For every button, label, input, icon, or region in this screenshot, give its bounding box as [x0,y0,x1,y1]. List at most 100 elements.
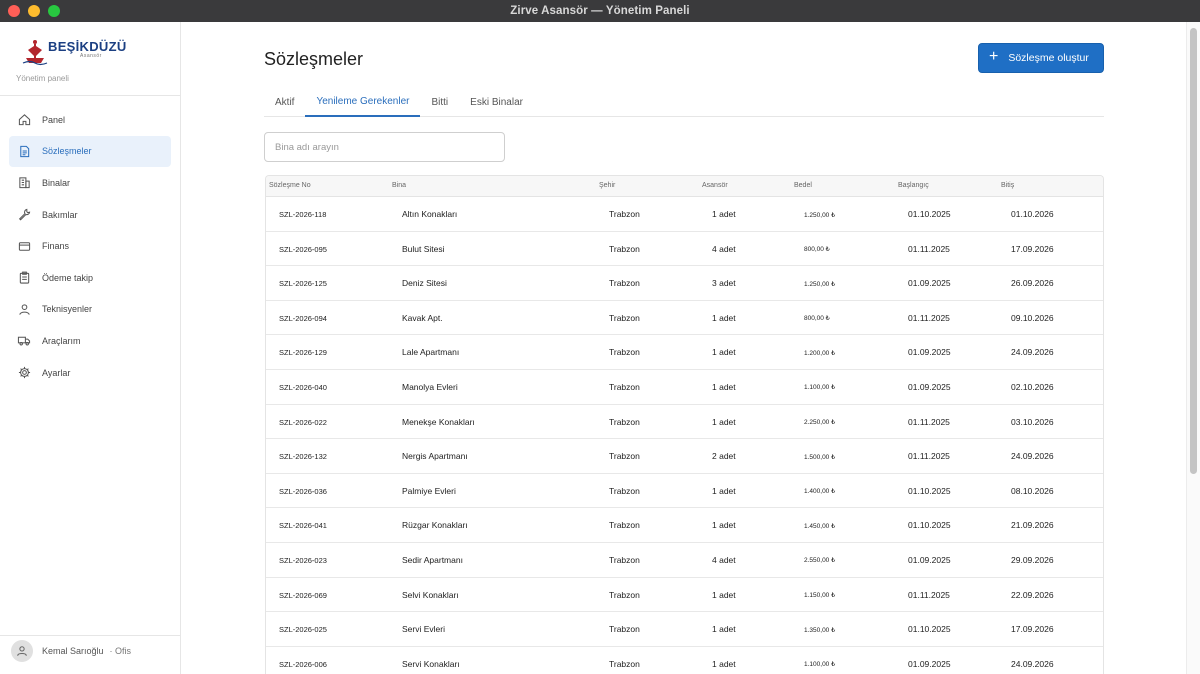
cell-contract-no: SZL-2026-022 [279,417,327,427]
table-row[interactable]: SZL-2026-118 Altın Konakları Trabzon 1 adet… [266,197,1103,232]
tab-eski-binalar[interactable]: Eski Binalar [459,88,534,117]
table-row[interactable]: SZL-2026-094 Kavak Apt. Trabzon 1 adet 800,0… [266,301,1103,336]
column-header-contract-no[interactable]: Sözleşme No [269,182,311,189]
column-header-start[interactable]: Başlangıç [898,182,929,189]
scrollbar-thumb[interactable] [1190,28,1197,474]
gear-icon [17,366,31,380]
sidebar-nav: Panel Sözleşmeler Binalar Bakımlar Finan… [9,104,171,388]
cell-city: Trabzon [609,416,640,427]
user-profile[interactable]: Kemal Sarıoğlu · Ofis [11,640,131,662]
column-header-fee[interactable]: Bedel [794,182,812,189]
sidebar-item-label: Araçlarım [42,335,81,346]
create-contract-button[interactable]: + Sözleşme oluştur [978,43,1104,73]
sidebar-item-finans[interactable]: Finans [9,230,171,262]
sidebar-item-odeme-takip[interactable]: Ödeme takip [9,262,171,294]
cell-start-date: 01.11.2025 [908,312,950,323]
cell-fee: 2.250,00 ₺ [804,419,836,427]
sidebar-item-teknisyenler[interactable]: Teknisyenler [9,294,171,326]
cell-elevator: 1 adet [712,658,736,669]
column-header-city[interactable]: Şehir [599,182,615,189]
cell-start-date: 01.10.2025 [908,624,951,635]
cell-elevator: 4 adet [712,243,736,254]
user-role: · Ofis [109,646,132,656]
column-header-elevator[interactable]: Asansör [702,182,728,189]
cell-end-date: 22.09.2026 [1011,589,1054,600]
table-row[interactable]: SZL-2026-023 Sedir Apartmanı Trabzon 4 adet… [266,543,1103,578]
close-window-button[interactable] [8,5,20,17]
cell-building: Palmiye Evleri [402,485,456,496]
cell-building: Servi Konakları [402,658,460,669]
main-content: Sözleşmeler + Sözleşme oluştur Aktif Yen… [181,22,1186,674]
cell-end-date: 24.09.2026 [1011,451,1054,462]
cell-building: Sedir Apartmanı [402,554,463,565]
cell-start-date: 01.11.2025 [908,243,950,254]
cell-elevator: 1 adet [712,416,736,427]
cell-fee: 1.100,00 ₺ [804,661,836,669]
cell-start-date: 01.09.2025 [908,347,951,358]
cell-contract-no: SZL-2026-006 [279,659,327,669]
table-row[interactable]: SZL-2026-069 Selvi Konakları Trabzon 1 adet… [266,578,1103,613]
cell-start-date: 01.11.2025 [908,416,950,427]
cell-city: Trabzon [609,451,640,462]
sidebar-item-araclarim[interactable]: Araçlarım [9,325,171,357]
tab-aktif[interactable]: Aktif [264,88,305,117]
table-row[interactable]: SZL-2026-125 Deniz Sitesi Trabzon 3 adet 1.2… [266,266,1103,301]
sidebar-item-bakimlar[interactable]: Bakımlar [9,199,171,231]
cell-contract-no: SZL-2026-118 [279,210,327,219]
cell-start-date: 01.09.2025 [908,278,951,289]
person-icon [17,302,31,316]
tab-yenileme-gerekenler[interactable]: Yenileme Gerekenler [305,88,421,117]
maximize-window-button[interactable] [48,5,60,17]
column-header-building[interactable]: Bina [392,182,406,189]
scrollbar[interactable] [1186,22,1200,674]
avatar [11,640,33,662]
table-row[interactable]: SZL-2026-095 Bulut Sitesi Trabzon 4 adet 800… [266,232,1103,267]
sidebar-item-label: Sözleşmeler [42,146,92,157]
plus-icon: + [989,47,999,65]
sidebar-item-label: Teknisyenler [42,304,93,315]
minimize-window-button[interactable] [28,5,40,17]
cell-start-date: 01.09.2025 [908,554,951,565]
cell-fee: 1.500,00 ₺ [804,453,836,461]
table-row[interactable]: SZL-2026-022 Menekşe Konakları Trabzon 1 ad… [266,405,1103,440]
sidebar-item-ayarlar[interactable]: Ayarlar [9,357,171,389]
cell-end-date: 09.10.2026 [1011,312,1054,323]
card-icon [17,239,31,253]
table-row[interactable]: SZL-2026-006 Servi Konakları Trabzon 1 adet… [266,647,1103,674]
window-controls [8,5,60,17]
cell-elevator: 1 adet [712,485,736,496]
column-header-end[interactable]: Bitiş [1001,182,1014,189]
cell-fee: 1.250,00 ₺ [804,280,836,288]
cell-start-date: 01.11.2025 [908,589,950,600]
sidebar-item-binalar[interactable]: Binalar [9,167,171,199]
cell-contract-no: SZL-2026-094 [279,313,327,323]
table-row[interactable]: SZL-2026-129 Lale Apartmanı Trabzon 1 adet 1… [266,335,1103,370]
sidebar-item-label: Binalar [42,177,71,188]
cell-fee: 1.100,00 ₺ [804,384,836,392]
cell-start-date: 01.10.2025 [908,485,951,496]
cell-contract-no: SZL-2026-069 [279,590,327,600]
cell-contract-no: SZL-2026-025 [279,625,327,635]
table-header: Sözleşme No Bina Şehir Asansör Bedel Baş… [266,176,1103,197]
cell-building: Deniz Sitesi [402,278,447,289]
cell-start-date: 01.10.2025 [908,520,951,531]
cell-contract-no: SZL-2026-095 [279,244,327,254]
table-row[interactable]: SZL-2026-132 Nergis Apartmanı Trabzon 2 ade… [266,439,1103,474]
cell-building: Altın Konakları [402,209,458,219]
table-row[interactable]: SZL-2026-036 Palmiye Evleri Trabzon 1 adet 1… [266,474,1103,509]
cell-elevator: 1 adet [712,209,736,219]
cell-fee: 1.450,00 ₺ [804,522,836,530]
cell-city: Trabzon [609,278,640,289]
table-row[interactable]: SZL-2026-040 Manolya Evleri Trabzon 1 adet 1… [266,370,1103,405]
sidebar-item-label: Finans [42,241,70,252]
search-input[interactable] [264,132,505,162]
cell-elevator: 3 adet [712,278,736,289]
sidebar-divider [0,95,180,96]
sidebar-item-sozlesmeler[interactable]: Sözleşmeler [9,135,171,168]
table-row[interactable]: SZL-2026-041 Rüzgar Konakları Trabzon 1 ade… [266,508,1103,543]
sidebar-item-panel[interactable]: Panel [9,104,171,136]
table-row[interactable]: SZL-2026-025 Servi Evleri Trabzon 1 adet 1.3… [266,612,1103,647]
user-name: Kemal Sarıoğlu [42,646,104,656]
tab-bitti[interactable]: Bitti [420,88,459,117]
cell-contract-no: SZL-2026-040 [279,382,327,392]
